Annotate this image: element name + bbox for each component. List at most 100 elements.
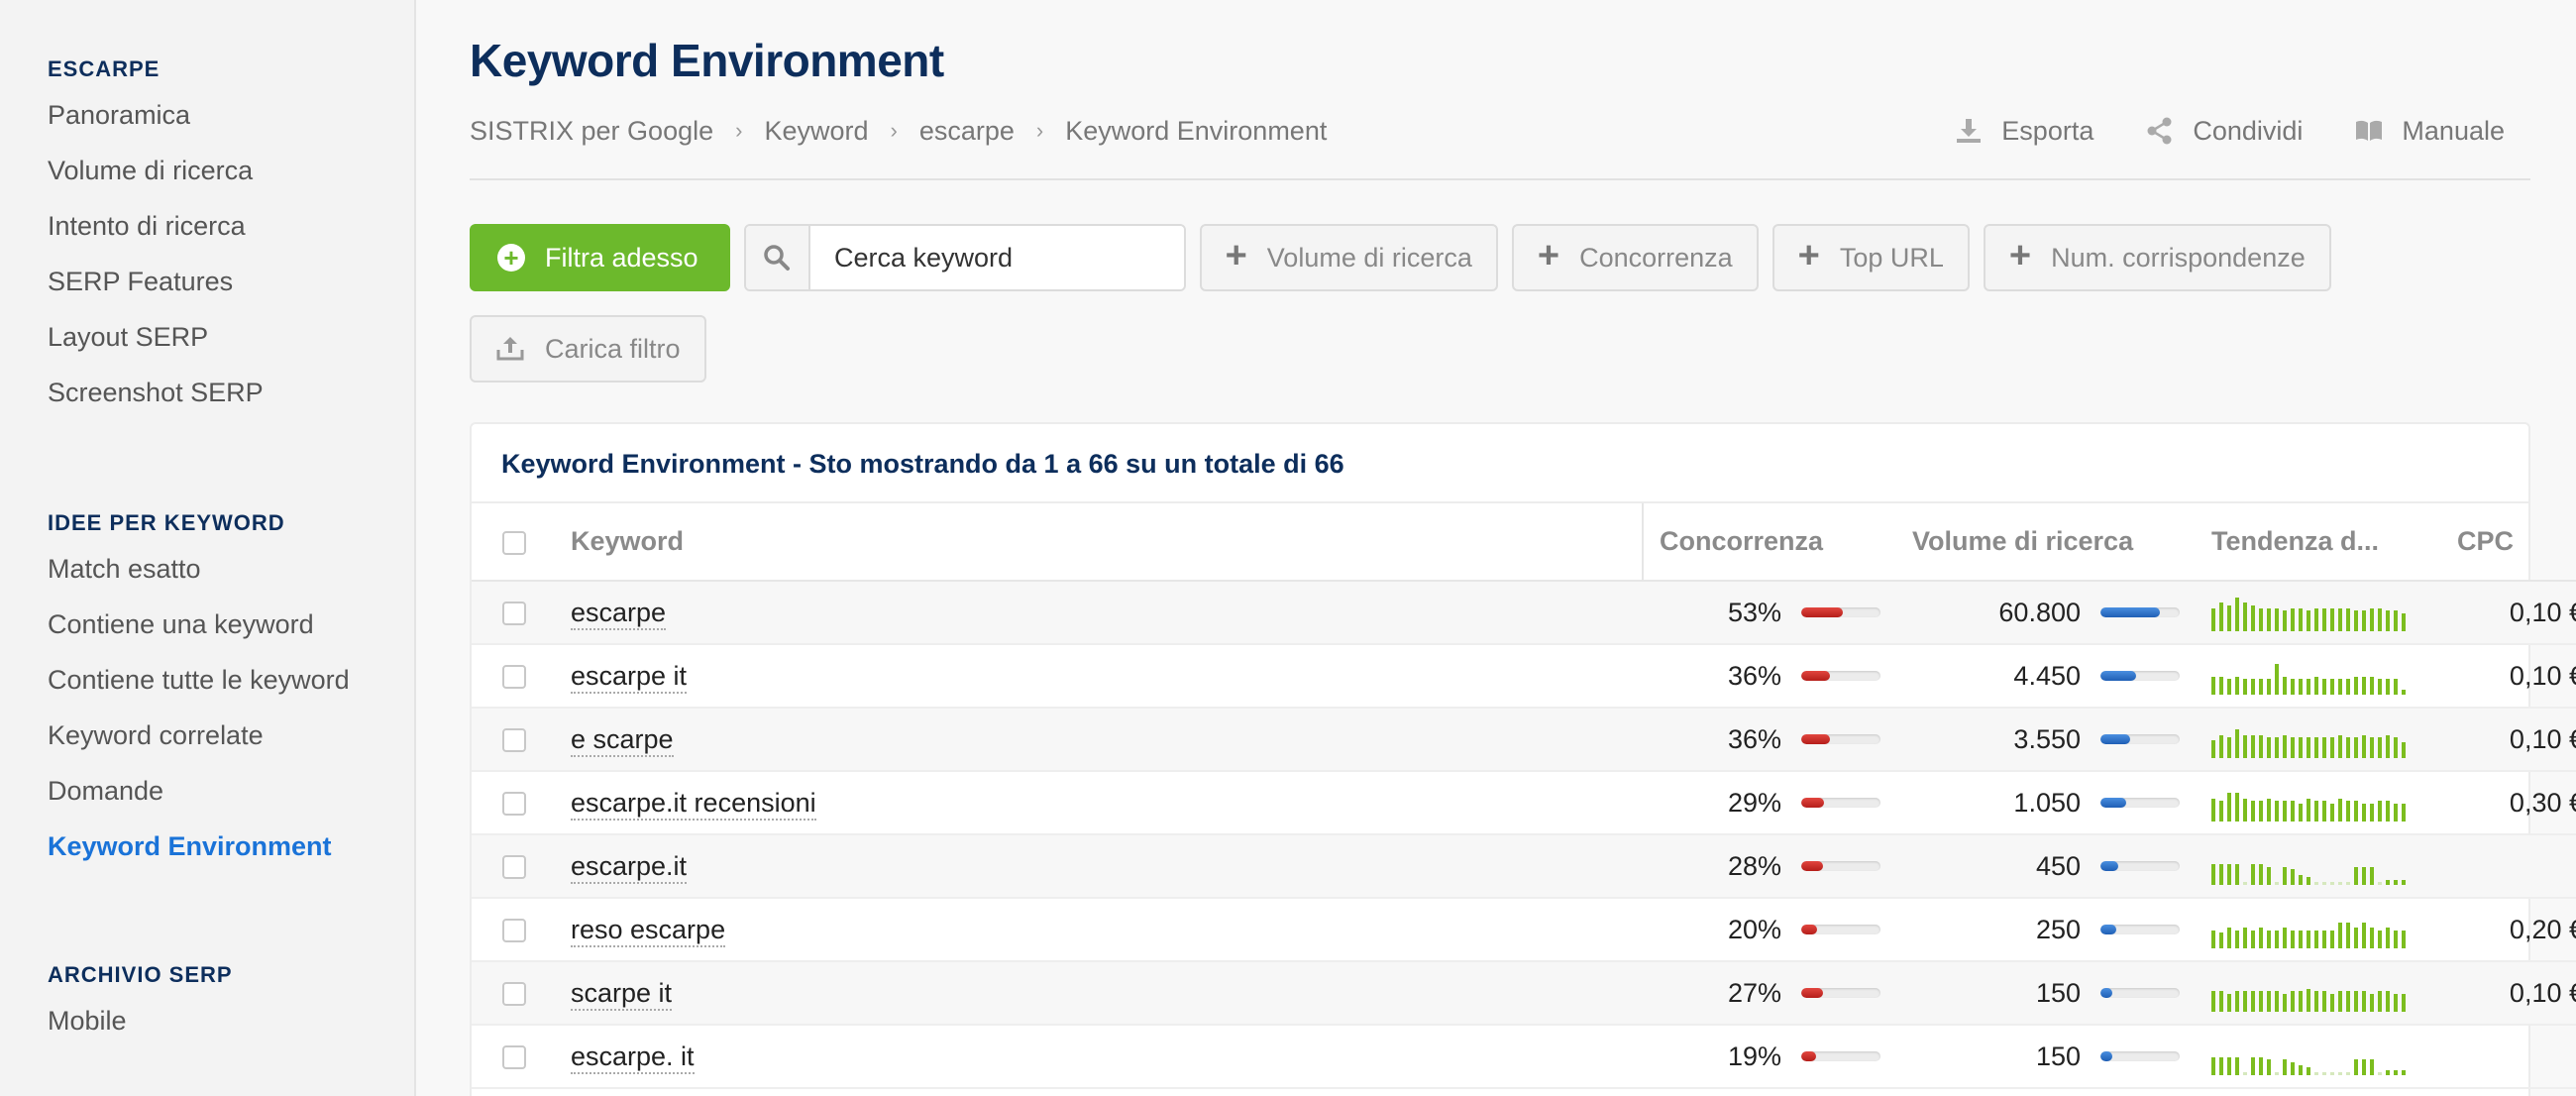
- trend-bar: [2283, 1059, 2287, 1075]
- keyword-link[interactable]: escarpe: [571, 597, 667, 630]
- row-checkbox[interactable]: [502, 982, 526, 1007]
- row-checkbox[interactable]: [502, 665, 526, 690]
- book-icon: [2356, 120, 2383, 141]
- trend-bar: [2362, 991, 2366, 1012]
- breadcrumb-item[interactable]: Keyword: [764, 116, 868, 147]
- keyword-link[interactable]: reso escarpe: [571, 914, 726, 947]
- load-filter-button[interactable]: Carica filtro: [470, 315, 706, 383]
- add-filter-volume-button[interactable]: + Volume di ricerca: [1199, 224, 1498, 291]
- table-row: reso escarpe 20% 250 0,20 €: [472, 898, 2576, 962]
- select-all-cell: [472, 503, 557, 582]
- trend-bar: [2299, 804, 2303, 822]
- trend-bar: [2211, 991, 2215, 1012]
- filter-label: Num. corrispondenze: [2051, 242, 2306, 273]
- trend-bar: [2259, 679, 2263, 695]
- trend-bar: [2283, 735, 2287, 758]
- header-actions: Esporta Condividi Manuale: [1954, 111, 2505, 151]
- row-checkbox[interactable]: [502, 602, 526, 626]
- sidebar-item-panoramica[interactable]: Panoramica: [48, 87, 264, 143]
- sidebar-item-contiene-una-keyword[interactable]: Contiene una keyword: [48, 597, 350, 652]
- trend-bar: [2259, 735, 2263, 758]
- upload-icon: [496, 337, 524, 361]
- volume-bar-fill: [2100, 607, 2160, 617]
- volume-bar-fill: [2100, 1051, 2112, 1061]
- keyword-link[interactable]: scarpe it: [571, 977, 673, 1011]
- column-header-competition[interactable]: Concorrenza: [1643, 503, 1896, 582]
- volume-cell: 4.450: [1896, 644, 2196, 709]
- export-button[interactable]: Esporta: [1954, 116, 2093, 147]
- sidebar-item-contiene-tutte-le-keyword[interactable]: Contiene tutte le keyword: [48, 652, 350, 708]
- competition-bar-fill: [1801, 607, 1844, 617]
- sidebar-item-volume-di-ricerca[interactable]: Volume di ricerca: [48, 143, 264, 198]
- trend-bar: [2283, 610, 2287, 631]
- column-header-keyword[interactable]: Keyword: [557, 503, 1644, 582]
- row-checkbox[interactable]: [502, 792, 526, 817]
- sidebar-item-keyword-environment[interactable]: Keyword Environment: [48, 819, 350, 874]
- add-filter-top-url-button[interactable]: + Top URL: [1771, 224, 1970, 291]
- competition-value: 29%: [1727, 787, 1781, 818]
- trend-bar: [2251, 801, 2255, 822]
- trend-bar: [2235, 864, 2239, 885]
- sidebar-item-layout-serp[interactable]: Layout SERP: [48, 309, 264, 365]
- plus-icon: +: [2008, 235, 2032, 276]
- column-header-volume[interactable]: Volume di ricerca: [1896, 503, 2196, 582]
- sidebar-item-intento-di-ricerca[interactable]: Intento di ricerca: [48, 198, 264, 254]
- row-checkbox[interactable]: [502, 1045, 526, 1070]
- add-filter-matches-button[interactable]: + Num. corrispondenze: [1983, 224, 2331, 291]
- sidebar-item-screenshot-serp[interactable]: Screenshot SERP: [48, 365, 264, 420]
- trend-bar: [2243, 735, 2247, 758]
- trend-bar: [2394, 931, 2398, 948]
- keyword-link[interactable]: escarpe. it: [571, 1041, 695, 1074]
- keyword-search-input[interactable]: [809, 226, 1184, 289]
- trend-bar: [2330, 1072, 2334, 1075]
- keyword-link[interactable]: escarpe.it: [571, 850, 688, 884]
- sidebar-item-mobile[interactable]: Mobile: [48, 993, 233, 1048]
- column-header-cpc[interactable]: CPC: [2437, 503, 2576, 582]
- cpc-cell: 0,10 €: [2437, 708, 2576, 772]
- trend-bar: [2251, 864, 2255, 885]
- trend-bar: [2330, 931, 2334, 948]
- trend-bar: [2275, 737, 2279, 758]
- column-header-trend[interactable]: Tendenza d...: [2196, 503, 2437, 582]
- select-all-checkbox[interactable]: [502, 530, 526, 555]
- trend-bar: [2211, 931, 2215, 948]
- keyword-link[interactable]: e scarpe: [571, 723, 674, 757]
- manual-button[interactable]: Manuale: [2354, 116, 2505, 147]
- trend-bar: [2219, 801, 2223, 822]
- add-filter-competition-button[interactable]: + Concorrenza: [1511, 224, 1759, 291]
- row-checkbox[interactable]: [502, 728, 526, 753]
- sidebar-item-match-esatto[interactable]: Match esatto: [48, 541, 350, 597]
- competition-cell: 29%: [1643, 771, 1896, 835]
- competition-value: 36%: [1727, 723, 1781, 754]
- breadcrumb-item[interactable]: escarpe: [919, 116, 1015, 147]
- trend-bar: [2354, 801, 2358, 822]
- competition-cell: 36%: [1643, 708, 1896, 772]
- trend-bar: [2227, 793, 2231, 822]
- trend-bar: [2314, 677, 2318, 695]
- table-row: escarpe. it 19% 150 -: [472, 1025, 2576, 1089]
- trend-bar: [2322, 608, 2326, 631]
- keyword-link[interactable]: escarpe.it recensioni: [571, 787, 816, 821]
- keyword-cell: escarpe.it: [557, 834, 1643, 899]
- sidebar-item-keyword-correlate[interactable]: Keyword correlate: [48, 708, 350, 763]
- volume-bar-fill: [2100, 925, 2116, 934]
- chevron-right-icon: ›: [1035, 118, 1044, 143]
- competition-bar-fill: [1801, 734, 1830, 744]
- apply-filter-button[interactable]: + Filtra adesso: [470, 224, 730, 291]
- row-checkbox[interactable]: [502, 855, 526, 880]
- row-checkbox[interactable]: [502, 919, 526, 943]
- keyword-link[interactable]: escarpe it: [571, 660, 688, 694]
- chevron-right-icon: ›: [890, 118, 898, 143]
- sidebar-item-serp-features[interactable]: SERP Features: [48, 254, 264, 309]
- table-row: e scarpe 36% 3.550 0,10 €: [472, 708, 2576, 772]
- table-row: escarpe it 36% 4.450 0,10 €: [472, 644, 2576, 709]
- sidebar-item-domande[interactable]: Domande: [48, 763, 350, 819]
- trend-bar: [2283, 677, 2287, 695]
- trend-bar: [2370, 804, 2374, 822]
- trend-bar: [2219, 1057, 2223, 1075]
- volume-bar: [2100, 734, 2180, 744]
- share-button[interactable]: Condividi: [2145, 116, 2303, 147]
- trend-bar: [2275, 882, 2279, 885]
- volume-bar: [2100, 607, 2180, 617]
- breadcrumb-item[interactable]: SISTRIX per Google: [470, 116, 713, 147]
